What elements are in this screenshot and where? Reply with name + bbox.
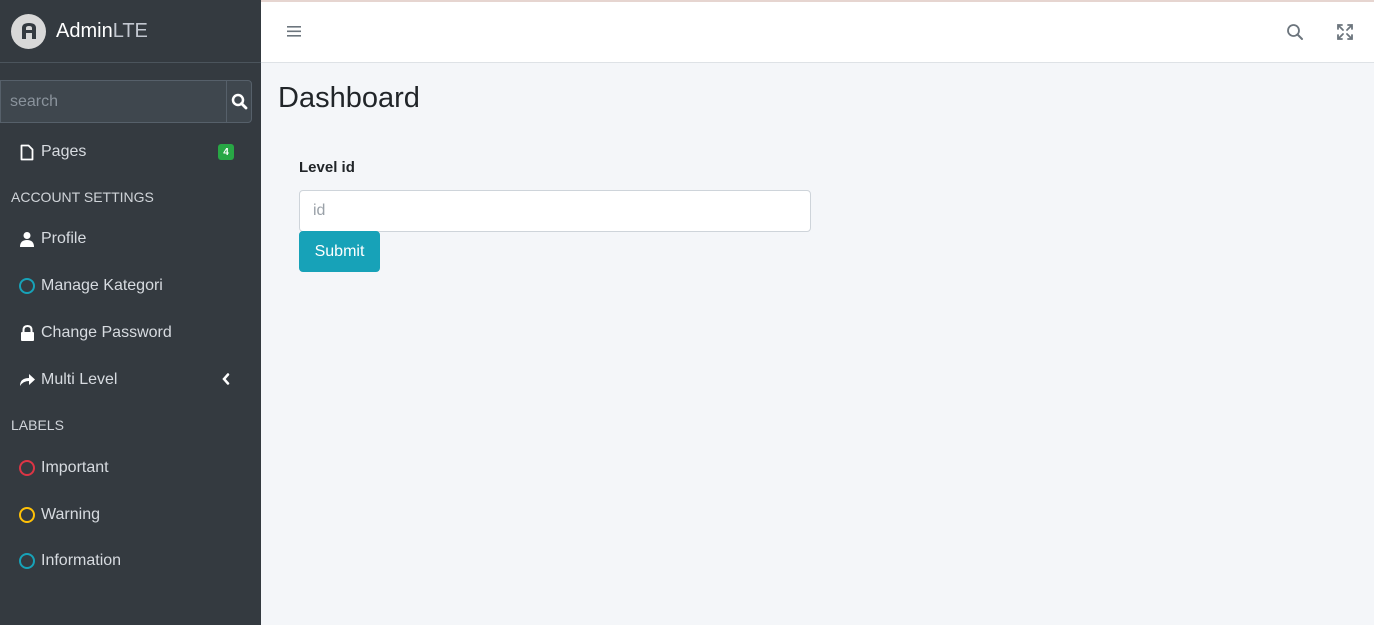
hamburger-icon — [287, 26, 301, 37]
sidebar-item-label: Multi Level — [41, 371, 118, 388]
navbar-search-button[interactable] — [1286, 23, 1304, 46]
page-title: Dashboard — [278, 82, 420, 114]
level-id-label: Level id — [299, 159, 355, 176]
brand-link[interactable]: AdminLTE — [0, 0, 261, 63]
sidebar-item-change-password[interactable]: Change Password — [0, 313, 252, 353]
top-navbar — [261, 0, 1374, 63]
sidebar-search-button[interactable] — [226, 80, 252, 123]
sidebar-item-information[interactable]: Information — [0, 541, 252, 581]
expand-arrows-icon — [1337, 24, 1353, 40]
pages-count-badge: 4 — [218, 144, 234, 160]
share-icon — [18, 371, 36, 389]
search-icon — [231, 93, 247, 110]
fullscreen-button[interactable] — [1336, 23, 1354, 46]
circle-icon — [18, 552, 36, 570]
brand-name: AdminLTE — [56, 19, 148, 42]
sidebar-item-label: Information — [41, 552, 122, 569]
sidebar-item-label: Important — [41, 459, 109, 476]
menu-toggle-button[interactable] — [286, 23, 302, 44]
circle-icon — [18, 277, 36, 295]
labels-header: LABELS — [11, 417, 64, 433]
sidebar-search-input[interactable] — [0, 80, 226, 123]
lock-icon — [18, 324, 36, 342]
sidebar-item-label: Manage Kategori — [41, 277, 163, 294]
content-wrapper: Dashboard Level id Submit — [261, 63, 1374, 625]
sidebar: AdminLTE Pages 4 ACCOUNT SETTINGS Profil… — [0, 0, 261, 625]
account-settings-header: ACCOUNT SETTINGS — [11, 189, 154, 205]
level-id-input[interactable] — [299, 190, 811, 232]
submit-button[interactable]: Submit — [299, 231, 380, 272]
sidebar-item-label: Warning — [41, 506, 100, 523]
sidebar-item-label: Pages — [41, 143, 87, 160]
file-icon — [18, 143, 36, 161]
sidebar-item-profile[interactable]: Profile — [0, 219, 252, 259]
sidebar-item-important[interactable]: Important — [0, 448, 252, 488]
circle-icon — [18, 506, 36, 524]
search-icon — [1287, 24, 1303, 40]
sidebar-search — [0, 80, 252, 123]
brand-logo-icon — [11, 13, 46, 49]
sidebar-item-multi-level[interactable]: Multi Level — [0, 360, 252, 400]
sidebar-item-label: Profile — [41, 230, 87, 247]
sidebar-item-manage-kategori[interactable]: Manage Kategori — [0, 266, 252, 306]
chevron-left-icon[interactable] — [222, 372, 230, 390]
sidebar-item-label: Change Password — [41, 324, 172, 341]
circle-icon — [18, 459, 36, 477]
user-icon — [18, 230, 36, 248]
sidebar-item-warning[interactable]: Warning — [0, 495, 252, 535]
sidebar-item-pages[interactable]: Pages 4 — [0, 132, 252, 172]
